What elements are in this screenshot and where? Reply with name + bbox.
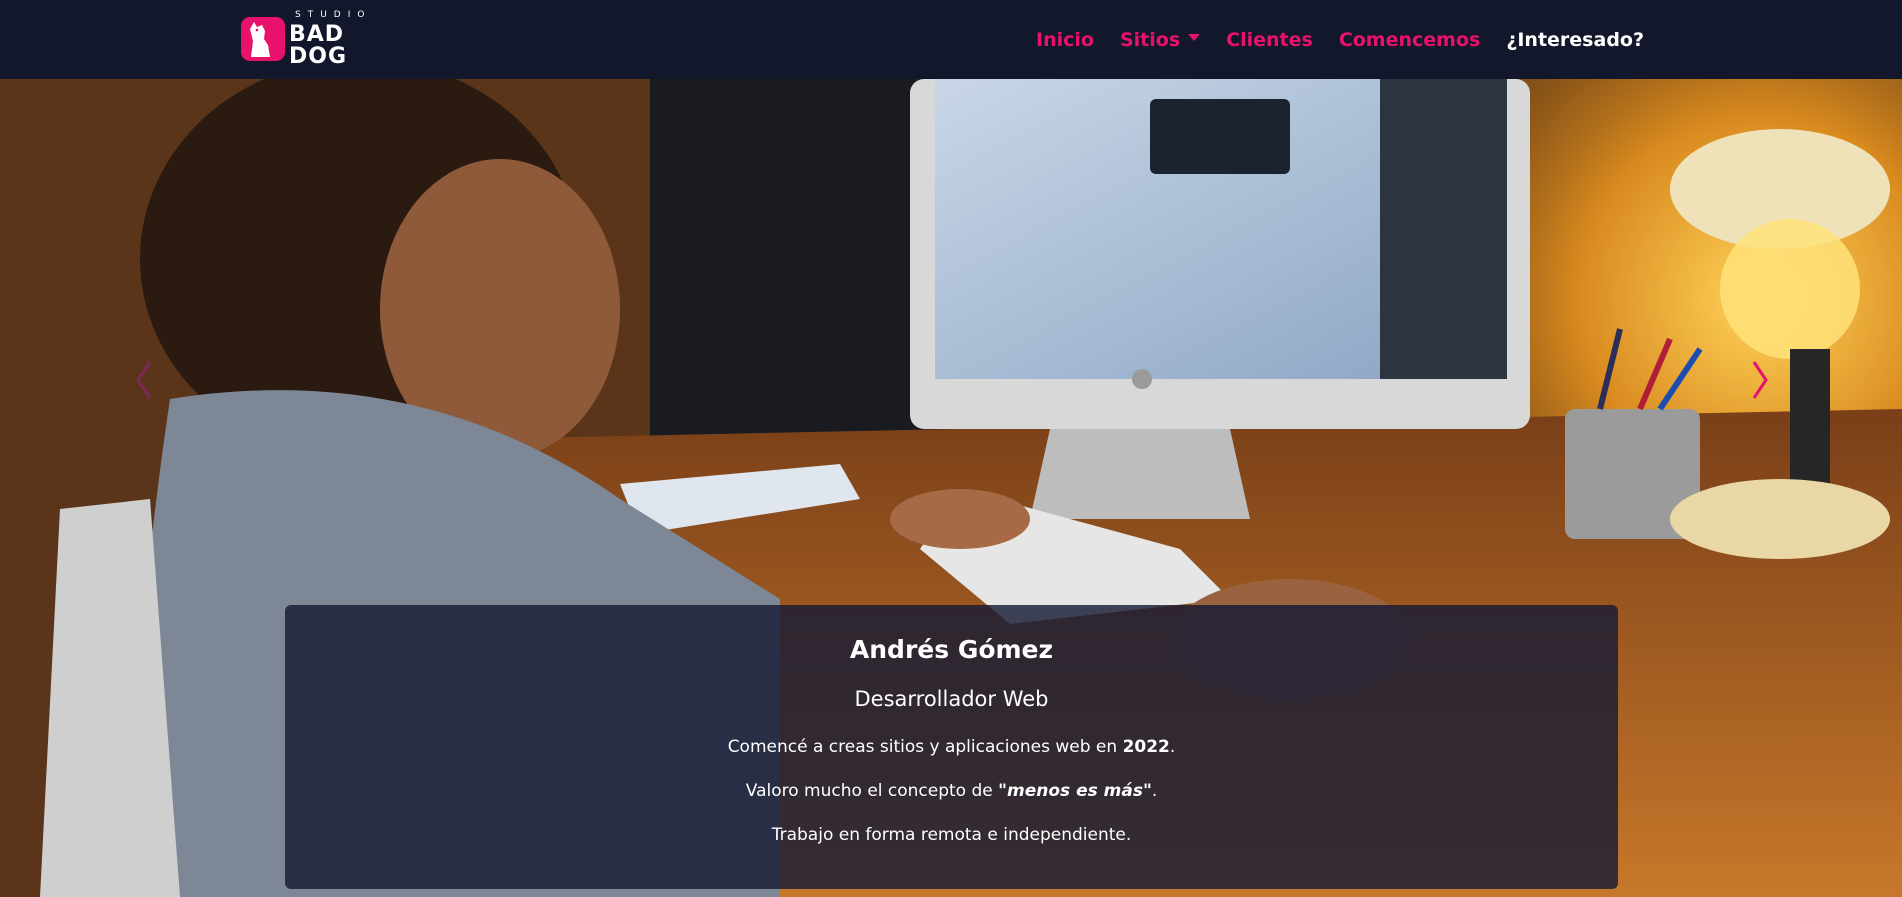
nav-item-inicio[interactable]: Inicio — [1023, 29, 1107, 51]
hero-carousel: Andrés Gómez Desarrollador Web Comencé a… — [0, 79, 1902, 897]
chevron-left-icon — [136, 361, 152, 399]
nav-item-comencemos[interactable]: Comencemos — [1326, 29, 1494, 51]
nav-item-clientes[interactable]: Clientes — [1213, 29, 1326, 51]
navbar: STUDIO BAD DOG Inicio Sitios Clientes Co… — [0, 0, 1902, 79]
chevron-right-icon — [1752, 361, 1768, 399]
dog-logo-icon — [241, 17, 285, 61]
carousel-prev-button[interactable] — [124, 350, 164, 410]
carousel-caption: Andrés Gómez Desarrollador Web Comencé a… — [285, 605, 1618, 889]
profile-role: Desarrollador Web — [854, 687, 1049, 711]
caret-down-icon — [1188, 34, 1201, 41]
brand-studio-text: STUDIO — [295, 9, 372, 20]
nav-item-interesado[interactable]: ¿Interesado? — [1493, 29, 1657, 51]
caption-line-1: Comencé a creas sitios y aplicaciones we… — [727, 737, 1176, 757]
brand-name-text: BAD DOG — [289, 21, 348, 69]
nav-menu: Inicio Sitios Clientes Comencemos ¿Inter… — [1023, 0, 1657, 79]
profile-name: Andrés Gómez — [849, 635, 1054, 664]
caption-line-3: Trabajo en forma remota e independiente. — [771, 825, 1132, 845]
caption-line-2: Valoro mucho el concepto de "menos es má… — [745, 781, 1158, 801]
nav-item-sitios[interactable]: Sitios — [1107, 29, 1213, 51]
brand-logo[interactable]: STUDIO BAD DOG — [241, 9, 401, 67]
carousel-next-button[interactable] — [1740, 350, 1780, 410]
